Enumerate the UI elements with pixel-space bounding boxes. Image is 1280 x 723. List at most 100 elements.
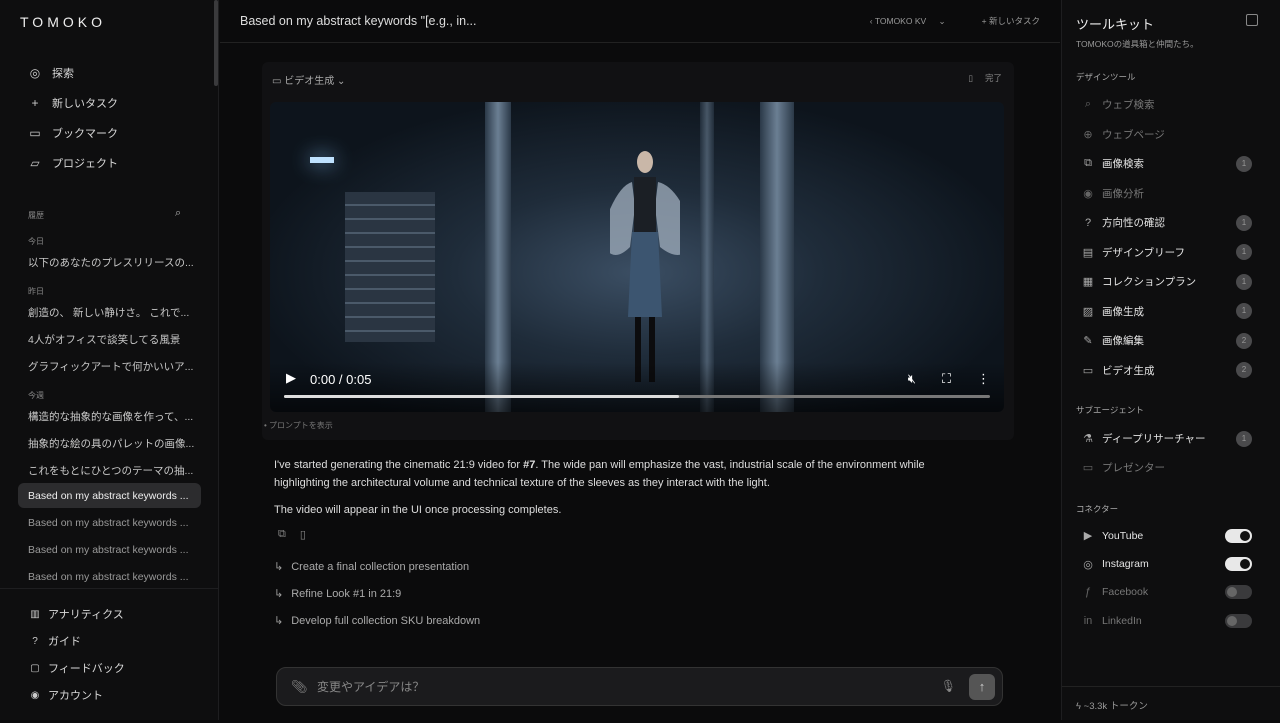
bookmark-icon[interactable]: ▯ [300,528,306,541]
project-name: TOMOKO KV [875,16,926,26]
tool-item[interactable]: ▭ビデオ生成2 [1082,363,1252,378]
fullscreen-icon[interactable]: ⛶ [942,371,951,387]
copy-icon[interactable]: ⧉ [278,528,286,541]
message-ref: #7 [523,459,535,471]
play-icon[interactable]: ▶ [286,370,296,386]
tool-item[interactable]: ✎画像編集2 [1082,333,1252,348]
message-text: I've started generating the cinematic 21… [274,459,523,471]
history-item[interactable]: Based on my abstract keywords ... [28,544,188,556]
microphone-icon[interactable]: 🎙︎ [941,679,956,693]
footer-item[interactable]: ?ガイド [28,633,81,649]
folder-icon: ▱ [28,156,42,170]
tool-item[interactable]: ▨画像生成1 [1082,304,1252,319]
footer-label: フィードバック [48,660,125,676]
question-icon: ? [1082,217,1094,229]
suggestion-item[interactable]: ↳Develop full collection SKU breakdown [274,614,480,627]
composer: 📎︎ 🎙︎ ↑ [276,667,1003,706]
history-item[interactable]: Based on my abstract keywords ... [28,571,188,583]
history-item[interactable]: 抽象的な絵の具のパレットの画像... [28,436,194,451]
connector-toggle[interactable] [1225,557,1252,571]
history-group-label: 昨日 [28,286,44,297]
search-icon: ⌕ [1082,98,1094,111]
connector-label: Instagram [1102,558,1149,570]
video-frame-light [310,157,334,163]
usage-badge: 1 [1236,431,1252,447]
pencil-icon: ✎ [1082,334,1094,347]
nav-item[interactable]: +新しいタスク [28,95,118,111]
history-item[interactable]: Based on my abstract keywords ... [18,483,201,508]
footer-item[interactable]: ▢フィードバック [28,660,125,676]
logo: TOMOKO [20,14,106,30]
project-selector[interactable]: ‹ TOMOKO KV ⌄ [870,16,946,27]
video-progress-bar[interactable] [284,395,990,398]
tool-label: 画像検索 [1102,156,1144,171]
footer-item[interactable]: ◉アカウント [28,687,103,703]
history-item[interactable]: 以下のあなたのプレスリリースの... [28,255,194,270]
suggestion-label: Refine Look #1 in 21:9 [291,588,401,600]
nav-label: プロジェクト [52,155,118,171]
tool-item[interactable]: ⌕ウェブ検索 [1082,97,1252,112]
tool-toggle[interactable]: ▭ ビデオ生成 ⌄ [272,72,345,87]
mute-icon[interactable]: 🔇︎ [908,371,916,387]
bookmark-icon[interactable]: ▯ [968,73,973,83]
suggestion-item[interactable]: ↳ Refine Look #1 in 21:9 [274,587,401,600]
show-prompt-link[interactable]: • プロンプトを表示 [264,420,333,431]
video-controls [270,362,1004,412]
tool-item[interactable]: ▦コレクションプラン1 [1082,274,1252,289]
usage-badge: 2 [1236,333,1252,349]
history-item[interactable]: グラフィックアートで何かいいア... [28,359,193,374]
video-icon: ▭ [1082,364,1094,377]
history-item[interactable]: これをもとにひとつのテーマの抽... [28,463,193,478]
connector-label: YouTube [1102,530,1143,542]
history-item[interactable]: 4人がオフィスで談笑してる風景 [28,332,180,347]
tool-item[interactable]: ▤デザインブリーフ1 [1082,245,1252,260]
suggestion-label: Create a final collection presentation [291,561,469,573]
connector-toggle[interactable] [1225,585,1252,599]
linkedin-icon: in [1082,615,1094,627]
history-item[interactable]: 創造の、 新しい静けさ。 これで... [28,305,189,320]
tool-label: 方向性の確認 [1102,215,1165,230]
instagram-icon: ◎ [1082,558,1094,571]
tool-item[interactable]: ⧉画像検索1 [1082,156,1252,171]
message-input[interactable] [317,677,897,697]
reply-arrow-icon: ↳ [274,561,283,573]
status-label: 完了 [985,73,1002,83]
tool-item[interactable]: ◉画像分析 [1082,186,1252,201]
video-time: 0:00 / 0:05 [310,372,371,387]
footer-item[interactable]: ▥アナリティクス [28,606,124,622]
history-search-icon[interactable]: ⌕ [175,207,181,220]
attach-icon[interactable]: 📎︎ [291,679,308,695]
reply-arrow-icon: ↳ [274,588,283,600]
connector-item: ƒFacebook [1082,586,1252,598]
tool-label: コレクションプラン [1102,274,1196,289]
video-player[interactable]: ▶ 0:00 / 0:05 🔇︎ ⛶ ⋮ [270,102,1004,412]
assistant-message: I've started generating the cinematic 21… [274,456,974,528]
nav-item[interactable]: ▱ プロジェクト [28,155,118,171]
history-group-label: 今週 [28,390,44,401]
history-item[interactable]: Based on my abstract keywords ... [28,517,188,529]
history-label: 履歴 [28,210,44,221]
nav-label: ブックマーク [52,125,118,141]
document-icon: ▤ [1082,246,1094,259]
nav-item[interactable]: ▭ブックマーク [28,125,118,141]
more-icon[interactable]: ⋮ [977,371,990,387]
agent-item[interactable]: ⚗ディープリサーチャー1 [1082,431,1252,446]
send-button[interactable]: ↑ [969,674,995,700]
suggestion-item[interactable]: ↳ Create a final collection presentation [274,560,469,573]
agent-item[interactable]: ▭プレゼンター [1082,460,1252,475]
collapse-panel-icon[interactable] [1246,14,1258,26]
history-item[interactable]: 構造的な抽象的な画像を作って、... [28,409,193,424]
connector-toggle[interactable] [1225,614,1252,628]
usage-badge: 1 [1236,303,1252,319]
new-task-button[interactable]: + 新しいタスク [982,15,1040,27]
tool-label: ウェブページ [1102,127,1165,142]
sidebar-scrollbar[interactable] [214,0,218,86]
youtube-icon: ▶ [1082,529,1094,542]
tool-label: デザインブリーフ [1102,245,1185,260]
subagents-label: サブエージェント [1076,404,1144,416]
toolkit-subtitle: TOMOKOの道具箱と仲間たち。 [1076,38,1199,50]
tool-item[interactable]: ⊕ウェブページ [1082,127,1252,142]
connector-toggle[interactable] [1225,529,1252,543]
nav-item[interactable]: ◎探索 [28,65,74,81]
tool-item[interactable]: ?方向性の確認1 [1082,215,1252,230]
